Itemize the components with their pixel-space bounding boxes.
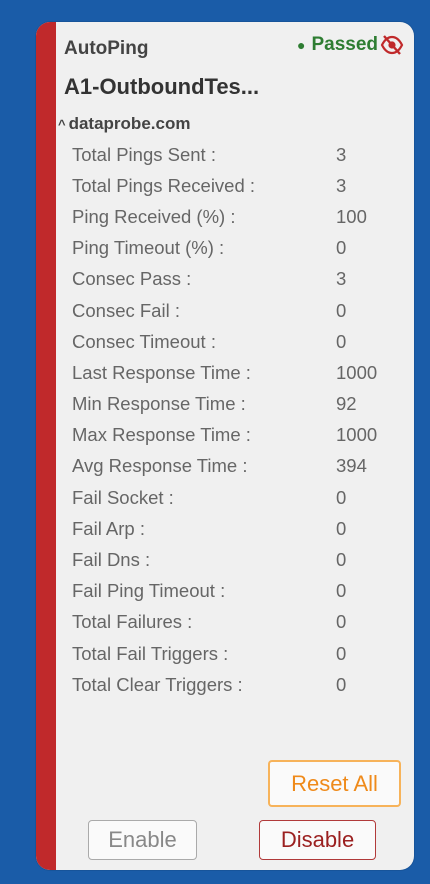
stat-label: Consec Timeout : xyxy=(72,330,216,352)
disable-button[interactable]: Disable xyxy=(259,820,376,860)
stat-row: Total Failures : 0 xyxy=(72,607,392,638)
stat-value: 0 xyxy=(336,237,347,259)
stats-list: Total Pings Sent : 3 Total Pings Received… xyxy=(72,139,392,700)
stat-row: Fail Dns : 0 xyxy=(72,544,392,575)
status-dot-icon: ● xyxy=(296,37,306,53)
stat-value: 0 xyxy=(336,549,347,571)
stat-value: 3 xyxy=(336,174,347,196)
stat-label: Total Fail Triggers : xyxy=(72,642,229,664)
stat-row: Last Response Time : 1000 xyxy=(72,357,392,388)
stat-value: 0 xyxy=(336,299,347,321)
stat-row: Total Pings Received : 3 xyxy=(72,170,392,201)
stat-label: Avg Response Time : xyxy=(72,455,248,477)
stat-value: 1000 xyxy=(336,361,378,383)
stat-label: Fail Socket : xyxy=(72,486,174,508)
stat-row: Consec Timeout : 0 xyxy=(72,326,392,357)
eye-off-icon[interactable] xyxy=(380,34,404,56)
stat-label: Consec Pass : xyxy=(72,268,192,290)
reset-all-button[interactable]: Reset All xyxy=(268,760,401,807)
stat-row: Avg Response Time : 394 xyxy=(72,451,392,482)
stat-value: 394 xyxy=(336,455,367,477)
stat-row: Total Pings Sent : 3 xyxy=(72,139,392,170)
stat-label: Fail Dns : xyxy=(72,549,151,571)
stat-label: Ping Received (%) : xyxy=(72,205,236,227)
stat-value: 3 xyxy=(336,268,347,290)
stat-label: Last Response Time : xyxy=(72,361,251,383)
stat-label: Total Failures : xyxy=(72,611,193,633)
stat-label: Total Pings Received : xyxy=(72,174,256,196)
stat-label: Min Response Time : xyxy=(72,393,246,415)
stat-value: 1000 xyxy=(336,424,378,446)
status-text: Passed xyxy=(311,34,378,55)
stat-row: Min Response Time : 92 xyxy=(72,389,392,420)
card-type-label: AutoPing xyxy=(64,38,149,59)
stat-value: 0 xyxy=(336,330,347,352)
stat-value: 0 xyxy=(336,486,347,508)
stat-label: Total Clear Triggers : xyxy=(72,673,243,695)
stat-label: Total Pings Sent : xyxy=(72,143,216,165)
stat-label: Fail Arp : xyxy=(72,517,145,539)
stat-value: 100 xyxy=(336,205,367,227)
stat-row: Total Fail Triggers : 0 xyxy=(72,638,392,669)
autoping-card: AutoPing ● Passed A1-OutboundTes... ^ da… xyxy=(36,22,414,870)
device-name: A1-OutboundTes... xyxy=(64,74,260,99)
stat-row: Fail Ping Timeout : 0 xyxy=(72,576,392,607)
stat-value: 0 xyxy=(336,517,347,539)
stat-row: Max Response Time : 1000 xyxy=(72,420,392,451)
stat-label: Max Response Time : xyxy=(72,424,251,446)
stat-label: Fail Ping Timeout : xyxy=(72,580,226,602)
stat-row: Fail Arp : 0 xyxy=(72,513,392,544)
stat-value: 92 xyxy=(336,393,357,415)
status-stripe xyxy=(36,22,56,870)
stat-row: Total Clear Triggers : 0 xyxy=(72,669,392,700)
stat-label: Ping Timeout (%) : xyxy=(72,237,225,259)
stat-value: 0 xyxy=(336,580,347,602)
stat-value: 0 xyxy=(336,611,347,633)
stat-row: Ping Received (%) : 100 xyxy=(72,201,392,232)
enable-button[interactable]: Enable xyxy=(88,820,197,860)
status-indicator: ● Passed xyxy=(297,34,404,56)
caret-up-icon: ^ xyxy=(58,116,66,132)
stat-value: 0 xyxy=(336,673,347,695)
stat-value: 0 xyxy=(336,642,347,664)
stat-value: 3 xyxy=(336,143,347,165)
stat-row: Ping Timeout (%) : 0 xyxy=(72,233,392,264)
stat-label: Consec Fail : xyxy=(72,299,180,321)
host-toggle[interactable]: ^ dataprobe.com xyxy=(58,114,190,134)
host-label: dataprobe.com xyxy=(68,114,191,133)
stat-row: Consec Pass : 3 xyxy=(72,264,392,295)
stat-row: Fail Socket : 0 xyxy=(72,482,392,513)
stat-row: Consec Fail : 0 xyxy=(72,295,392,326)
